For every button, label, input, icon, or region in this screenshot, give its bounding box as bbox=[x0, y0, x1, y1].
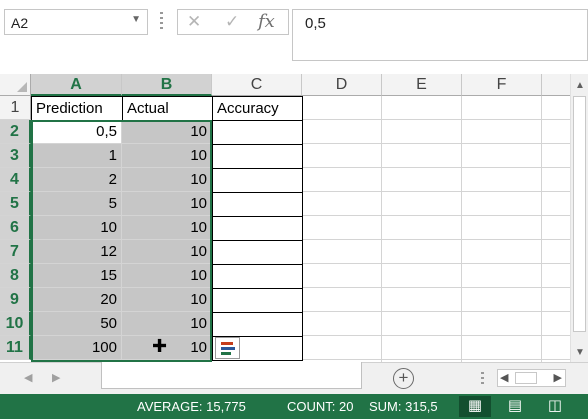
quick-analysis-icon[interactable] bbox=[215, 337, 240, 359]
formula-buttons: ✕ ✓ fx bbox=[177, 9, 289, 35]
cell-a5[interactable]: 5 bbox=[31, 192, 122, 216]
cell-b4[interactable]: 10 bbox=[122, 168, 212, 192]
row-header-6[interactable]: 6 bbox=[0, 216, 31, 240]
column-header-e[interactable]: E bbox=[382, 74, 462, 96]
cell-c5[interactable] bbox=[212, 192, 303, 217]
cell-a4[interactable]: 2 bbox=[31, 168, 122, 192]
horizontal-scroll-thumb[interactable] bbox=[515, 372, 537, 384]
row-header-4[interactable]: 4 bbox=[0, 168, 31, 192]
tab-scroll-left-icon[interactable]: ◀ bbox=[24, 371, 32, 384]
cell-b1[interactable]: Actual bbox=[122, 96, 213, 121]
row-header-8[interactable]: 8 bbox=[0, 264, 31, 288]
cells-column-f[interactable] bbox=[462, 96, 542, 362]
cell-c2[interactable] bbox=[212, 120, 303, 145]
cells-column-e[interactable] bbox=[382, 96, 462, 362]
page-break-preview-icon[interactable]: ◫ bbox=[539, 396, 571, 417]
column-header-a[interactable]: A bbox=[31, 74, 122, 96]
sheet-tab-active[interactable] bbox=[101, 362, 362, 389]
column-header-b[interactable]: B bbox=[122, 74, 212, 96]
cell-a8[interactable]: 15 bbox=[31, 264, 122, 288]
status-count: COUNT: 20 bbox=[287, 399, 354, 414]
cell-cursor-icon: ✚ bbox=[152, 336, 168, 356]
vertical-scrollbar[interactable]: ▲ ▼ bbox=[570, 74, 588, 362]
cell-a11[interactable]: 100 bbox=[31, 336, 122, 360]
row-header-3[interactable]: 3 bbox=[0, 144, 31, 168]
cell-c6[interactable] bbox=[212, 216, 303, 241]
cell-c3[interactable] bbox=[212, 144, 303, 169]
cancel-icon[interactable]: ✕ bbox=[187, 12, 201, 32]
row-header-1[interactable]: 1 bbox=[0, 96, 31, 120]
name-box[interactable]: A2 ▼ bbox=[4, 9, 148, 35]
select-all-corner[interactable] bbox=[0, 74, 31, 96]
column-header-f[interactable]: F bbox=[462, 74, 542, 96]
insert-function-icon[interactable]: fx bbox=[258, 11, 275, 32]
quick-analysis-bar bbox=[221, 352, 231, 355]
cell-a3[interactable]: 1 bbox=[31, 144, 122, 168]
cell-b2[interactable]: 10 bbox=[122, 120, 212, 144]
cell-b7[interactable]: 10 bbox=[122, 240, 212, 264]
cell-b3[interactable]: 10 bbox=[122, 144, 212, 168]
cell-c9[interactable] bbox=[212, 288, 303, 313]
scroll-down-icon[interactable]: ▼ bbox=[575, 347, 585, 358]
cell-c7[interactable] bbox=[212, 240, 303, 265]
row-header-5[interactable]: 5 bbox=[0, 192, 31, 216]
name-box-dropdown-icon[interactable]: ▼ bbox=[131, 14, 141, 25]
cell-a7[interactable]: 12 bbox=[31, 240, 122, 264]
column-header-c[interactable]: C bbox=[212, 74, 302, 96]
formula-value[interactable]: 0,5 bbox=[305, 15, 326, 32]
column-header-g[interactable] bbox=[542, 74, 570, 96]
cell-a10[interactable]: 50 bbox=[31, 312, 122, 336]
page-layout-view-icon[interactable]: ▤ bbox=[499, 396, 531, 417]
tab-scroll-right-icon[interactable]: ▶ bbox=[52, 371, 60, 384]
vertical-scroll-thumb[interactable] bbox=[573, 96, 586, 332]
formula-bar-splitter[interactable] bbox=[160, 12, 163, 32]
quick-analysis-bar bbox=[221, 347, 235, 350]
sheet-tab-bar: ◀ ▶ + ◀ ▶ bbox=[0, 362, 588, 394]
select-all-icon bbox=[17, 82, 27, 92]
cell-b10[interactable]: 10 bbox=[122, 312, 212, 336]
formula-input[interactable]: 0,5 bbox=[292, 9, 588, 61]
column-header-d[interactable]: D bbox=[302, 74, 382, 96]
cell-b5[interactable]: 10 bbox=[122, 192, 212, 216]
cell-c4[interactable] bbox=[212, 168, 303, 193]
name-box-value[interactable]: A2 bbox=[11, 15, 28, 31]
horizontal-scrollbar[interactable]: ◀ ▶ bbox=[497, 369, 566, 387]
normal-view-icon[interactable]: ▦ bbox=[459, 396, 491, 417]
row-header-2[interactable]: 2 bbox=[0, 120, 31, 144]
cell-a2[interactable]: 0,5 bbox=[31, 120, 122, 144]
row-header-7[interactable]: 7 bbox=[0, 240, 31, 264]
add-sheet-icon[interactable]: + bbox=[393, 368, 414, 389]
scroll-right-icon[interactable]: ▶ bbox=[554, 371, 562, 384]
scroll-left-icon[interactable]: ◀ bbox=[500, 371, 508, 384]
enter-icon[interactable]: ✓ bbox=[225, 12, 239, 32]
row-header-10[interactable]: 10 bbox=[0, 312, 31, 336]
row-header-11[interactable]: 11 bbox=[0, 336, 31, 360]
cell-b6[interactable]: 10 bbox=[122, 216, 212, 240]
cell-c10[interactable] bbox=[212, 312, 303, 337]
cell-a1[interactable]: Prediction bbox=[31, 96, 123, 121]
scroll-up-icon[interactable]: ▲ bbox=[575, 80, 585, 91]
cell-c8[interactable] bbox=[212, 264, 303, 289]
status-bar: AVERAGE: 15,775 COUNT: 20 SUM: 315,5 ▦ ▤… bbox=[0, 394, 588, 419]
formula-bar-area: A2 ▼ ✕ ✓ fx 0,5 bbox=[0, 0, 588, 74]
cell-a9[interactable]: 20 bbox=[31, 288, 122, 312]
cells-column-g[interactable] bbox=[542, 96, 570, 362]
cell-b9[interactable]: 10 bbox=[122, 288, 212, 312]
worksheet-grid: A B C D E F 1 2 3 4 5 6 7 8 9 10 11 Pred… bbox=[0, 74, 570, 362]
cells-column-d[interactable] bbox=[302, 96, 382, 362]
horizontal-splitter[interactable] bbox=[481, 372, 484, 386]
status-average: AVERAGE: 15,775 bbox=[137, 399, 246, 414]
cell-a6[interactable]: 10 bbox=[31, 216, 122, 240]
quick-analysis-bar bbox=[221, 342, 233, 345]
row-header-9[interactable]: 9 bbox=[0, 288, 31, 312]
cell-c1[interactable]: Accuracy bbox=[212, 96, 303, 121]
status-sum: SUM: 315,5 bbox=[369, 399, 438, 414]
cell-b8[interactable]: 10 bbox=[122, 264, 212, 288]
